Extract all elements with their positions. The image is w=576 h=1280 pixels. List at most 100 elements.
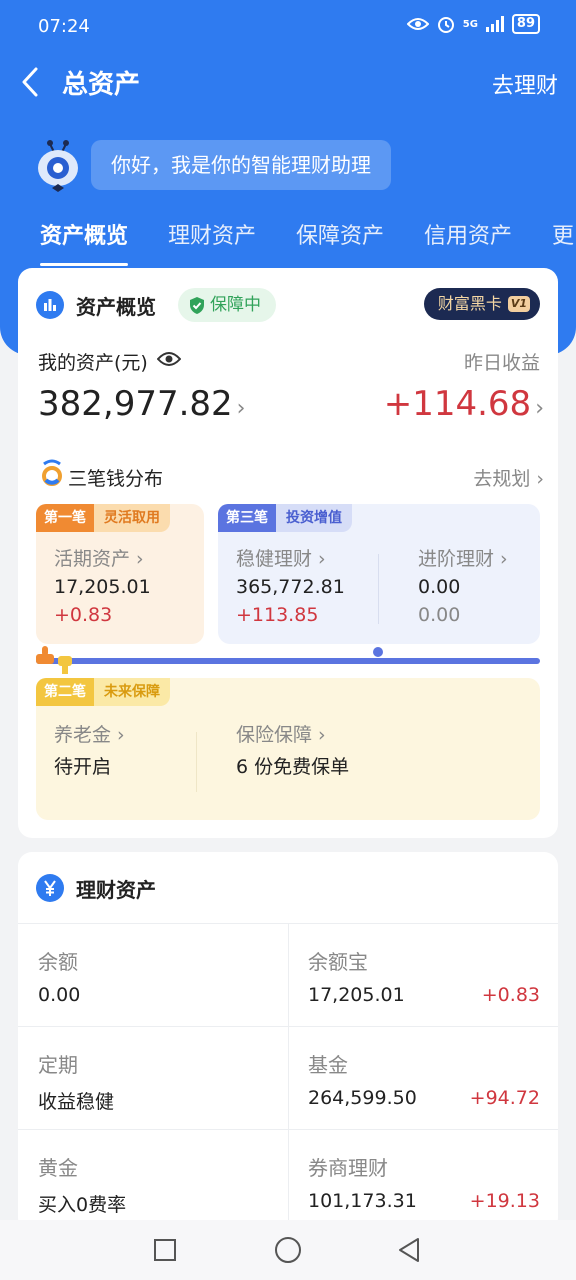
asset-tabs: 资产概览 理财资产 保障资产 信用资产 更 <box>0 210 576 266</box>
second-marker <box>58 656 72 666</box>
gold-value: 买入0费率 <box>38 1194 127 1216</box>
overview-title: 资产概览 <box>76 295 156 319</box>
black-card-label: 财富黑卡 <box>437 294 502 313</box>
back-arrow-icon[interactable] <box>18 66 44 98</box>
balance-label: 余额 <box>38 950 78 974</box>
assistant-greeting[interactable]: 你好，我是你的智能理财助理 <box>91 140 391 190</box>
robot-assistant-icon[interactable] <box>28 138 88 196</box>
insurance-label-text: 保险保障 <box>236 724 313 746</box>
segment-divider <box>196 732 197 792</box>
broker-wealth-value: 101,173.31 <box>308 1190 417 1212</box>
plan-link[interactable]: 去规划 › <box>473 464 544 491</box>
yesterday-earnings-value[interactable]: +114.68 › <box>384 384 544 424</box>
pension-value: 待开启 <box>54 756 112 778</box>
tab-more[interactable]: 更 <box>552 218 574 250</box>
second-tag-no: 第二笔 <box>36 678 94 706</box>
advanced-wealth-label-text: 进阶理财 <box>418 548 495 570</box>
demand-assets-value: 17,205.01 <box>54 576 151 598</box>
tab-wealth[interactable]: 理财资产 <box>168 218 256 250</box>
three-money-logo-icon <box>42 459 62 486</box>
steady-wealth-label: 稳健理财 › <box>236 548 326 570</box>
black-card-badge[interactable]: 财富黑卡 V1 <box>423 288 540 320</box>
advanced-wealth-label: 进阶理财 › <box>418 548 508 570</box>
third-marker <box>373 647 383 657</box>
page-title: 总资产 <box>62 70 141 100</box>
third-tag-no: 第三笔 <box>218 504 276 532</box>
overview-card: 资产概览 保障中 财富黑卡 V1 我的资产(元) 昨日收益 382,977.82 ›… <box>18 268 558 838</box>
fund-label: 基金 <box>308 1053 348 1077</box>
yesterday-earnings-amount: +114.68 <box>383 384 532 424</box>
bar-chart-icon <box>36 291 64 319</box>
yesterday-earnings-label: 昨日收益 <box>463 352 540 374</box>
yuebao-change: +0.83 <box>481 984 540 1006</box>
advanced-wealth-change: 0.00 <box>418 604 461 626</box>
yuan-icon <box>36 874 64 902</box>
second-tag-name: 未来保障 <box>94 678 170 706</box>
eye-icon <box>406 18 429 30</box>
demand-assets-label-text: 活期资产 <box>54 548 131 570</box>
recent-apps-icon[interactable] <box>153 1238 177 1262</box>
nav-bar: 总资产 去理财 <box>0 48 576 118</box>
first-tag-name: 灵活取用 <box>94 504 170 532</box>
pension-label: 养老金 › <box>54 724 125 746</box>
second-money-segment: 第二笔 未来保障 养老金 › 待开启 保险保障 › 6 份免费保单 <box>36 678 540 820</box>
system-navigation-bar <box>0 1220 576 1280</box>
tab-overview[interactable]: 资产概览 <box>40 218 129 266</box>
protection-badge[interactable]: 保障中 <box>178 288 276 322</box>
signal-icon <box>485 16 504 32</box>
fixed-term-label: 定期 <box>38 1053 78 1077</box>
black-card-level: V1 <box>507 296 530 312</box>
advanced-wealth-value: 0.00 <box>418 576 461 598</box>
third-tag-name: 投资增值 <box>276 504 352 532</box>
shield-check-icon <box>190 297 204 314</box>
broker-wealth-label: 券商理财 <box>308 1156 388 1180</box>
fixed-term-value: 收益稳健 <box>38 1091 115 1113</box>
demand-assets-label: 活期资产 › <box>54 548 144 570</box>
second-marker-pin <box>62 666 68 674</box>
first-money-segment[interactable]: 第一笔 灵活取用 活期资产 › 17,205.01 +0.83 <box>36 504 204 644</box>
home-icon[interactable] <box>274 1236 302 1264</box>
gold-label: 黄金 <box>38 1156 78 1180</box>
network-label: 5G <box>462 18 478 30</box>
first-money-tag: 第一笔 灵活取用 <box>36 504 170 532</box>
steady-wealth-label-text: 稳健理财 <box>236 548 313 570</box>
fund-value: 264,599.50 <box>308 1087 417 1109</box>
status-icons: 5G 89 <box>406 14 540 34</box>
wealth-title: 理财资产 <box>76 878 156 902</box>
second-money-tag: 第二笔 未来保障 <box>36 678 170 706</box>
fund-change: +94.72 <box>469 1087 540 1109</box>
first-tag-no: 第一笔 <box>36 504 94 532</box>
chevron-right-icon: › <box>236 396 246 421</box>
column-divider <box>288 923 289 1232</box>
chevron-right-icon: › <box>535 396 544 421</box>
tab-credit[interactable]: 信用资产 <box>424 218 512 250</box>
pension-label-text: 养老金 <box>54 724 112 746</box>
tab-protection[interactable]: 保障资产 <box>296 218 384 250</box>
status-time: 07:24 <box>38 16 90 37</box>
eye-toggle-icon[interactable] <box>157 350 181 368</box>
first-marker-pin <box>42 646 48 656</box>
yuebao-label: 余额宝 <box>308 950 368 974</box>
balance-value: 0.00 <box>38 984 81 1006</box>
money-distribution-bar <box>36 658 540 664</box>
my-assets-amount: 382,977.82 <box>38 384 233 424</box>
status-bar: 07:24 5G 89 <box>0 0 576 48</box>
wealth-assets-card: 理财资产 余额 0.00 余额宝 17,205.01 +0.83 定期 收益稳健… <box>18 852 558 1232</box>
my-assets-label: 我的资产(元) <box>38 352 148 374</box>
three-money-title: 三笔钱分布 <box>68 468 164 490</box>
alarm-icon <box>437 17 454 33</box>
battery-icon: 89 <box>511 14 540 34</box>
third-money-tag: 第三笔 投资增值 <box>218 504 352 532</box>
insurance-value: 6 份免费保单 <box>236 756 350 778</box>
protection-badge-label: 保障中 <box>210 295 261 315</box>
steady-wealth-change: +113.85 <box>236 604 319 626</box>
segment-divider <box>378 554 379 624</box>
plan-link-label: 去规划 <box>473 468 531 490</box>
back-icon[interactable] <box>396 1236 422 1264</box>
my-assets-value[interactable]: 382,977.82 › <box>38 384 245 424</box>
broker-wealth-change: +19.13 <box>469 1190 540 1212</box>
third-money-segment: 第三笔 投资增值 稳健理财 › 365,772.81 +113.85 进阶理财 ›… <box>218 504 540 644</box>
yuebao-value: 17,205.01 <box>308 984 405 1006</box>
go-invest-link[interactable]: 去理财 <box>492 68 558 100</box>
demand-assets-change: +0.83 <box>54 604 113 626</box>
